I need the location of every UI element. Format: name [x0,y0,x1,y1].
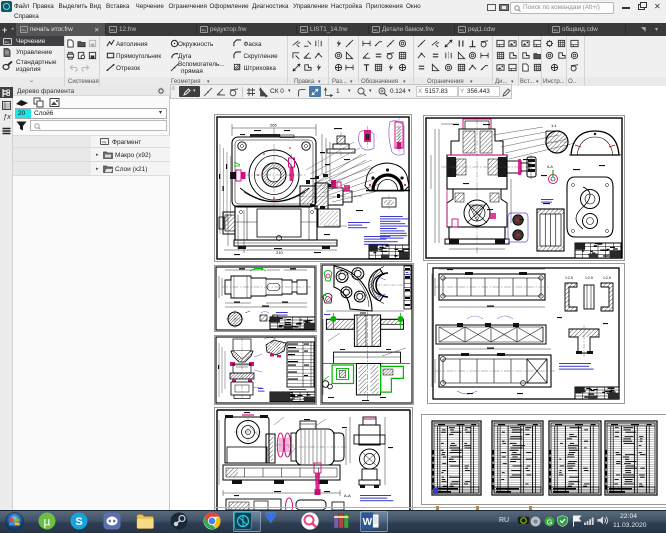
svg-text:G: G [547,518,553,527]
svg-text:1:2.5: 1:2.5 [585,276,593,280]
svg-text:W: W [363,517,373,528]
svg-text:µ: µ [44,515,51,529]
svg-text:265: 265 [270,123,277,128]
svg-text:210: 210 [276,250,283,255]
svg-text:1:2.5: 1:2.5 [603,276,611,280]
svg-text:1:2.5: 1:2.5 [565,276,573,280]
svg-text:А-А: А-А [547,165,554,169]
svg-text:А-А: А-А [344,493,351,498]
svg-text:S: S [75,516,82,528]
svg-text:1:1: 1:1 [551,123,557,128]
